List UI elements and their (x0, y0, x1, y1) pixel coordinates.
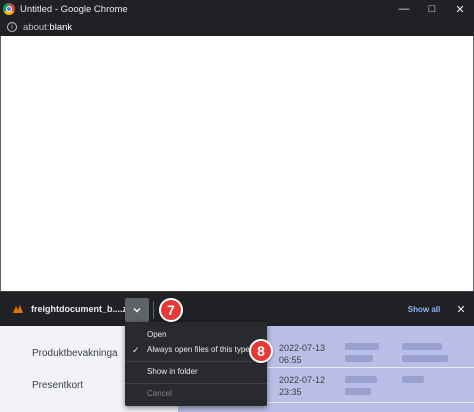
blurred-text (345, 388, 371, 395)
menu-item-label: Show in folder (147, 367, 198, 376)
blurred-text (402, 343, 442, 350)
time-text: 06:55 (279, 355, 302, 365)
show-all-link[interactable]: Show all (401, 302, 447, 318)
url-host: blank (49, 21, 73, 33)
minimize-button[interactable]: — (390, 0, 418, 18)
menu-item-open[interactable]: Open (125, 328, 267, 342)
url-scheme: about: (23, 21, 50, 33)
chrome-logo-icon (3, 3, 15, 15)
menu-separator (125, 361, 267, 362)
blurred-text (345, 376, 377, 383)
info-icon[interactable]: i (7, 22, 17, 32)
chevron-down-icon (133, 308, 141, 313)
table-cell-date: 2022-07-12 23:35 (279, 374, 325, 398)
close-window-button[interactable]: ✕ (446, 0, 474, 18)
download-options-button[interactable] (125, 298, 149, 322)
zpl-file-icon (12, 304, 24, 315)
download-context-menu: Open ✓ Always open files of this type Sh… (125, 322, 267, 406)
url-text[interactable]: about:blank (23, 22, 72, 33)
blurred-text (345, 355, 373, 362)
page-content (0, 36, 474, 291)
shelf-divider (153, 301, 154, 319)
menu-item-cancel[interactable]: Cancel (125, 387, 267, 401)
menu-item-label: Cancel (147, 389, 172, 398)
download-file-name[interactable]: freightdocument_b....zpl (31, 304, 135, 314)
date-text: 2022-07-13 (279, 343, 326, 353)
step-badge-8: 8 (249, 339, 273, 363)
blurred-text (402, 355, 448, 362)
title-bar: Untitled - Google Chrome — □ ✕ (0, 0, 474, 18)
close-shelf-button[interactable]: ✕ (454, 302, 468, 318)
menu-item-label: Always open files of this type (147, 345, 250, 354)
window-title: Untitled - Google Chrome (20, 3, 128, 15)
check-icon: ✓ (132, 346, 140, 356)
time-text: 23:35 (279, 387, 302, 397)
step-badge-7: 7 (159, 298, 183, 322)
background-menu-item: Presentkort (32, 380, 84, 391)
blurred-text (345, 343, 379, 350)
menu-separator (125, 383, 267, 384)
date-text: 2022-07-12 (279, 375, 326, 385)
menu-item-always-open[interactable]: ✓ Always open files of this type (125, 343, 267, 357)
background-menu-item: Produktbevakninga (32, 348, 118, 359)
window-controls: — □ ✕ (390, 0, 474, 18)
table-cell-date: 2022-07-13 06:55 (279, 342, 325, 366)
maximize-button[interactable]: □ (418, 0, 446, 18)
menu-item-label: Open (147, 330, 167, 339)
menu-item-show-in-folder[interactable]: Show in folder (125, 365, 267, 379)
blurred-text (402, 376, 424, 383)
address-bar[interactable]: i about:blank (0, 18, 474, 36)
